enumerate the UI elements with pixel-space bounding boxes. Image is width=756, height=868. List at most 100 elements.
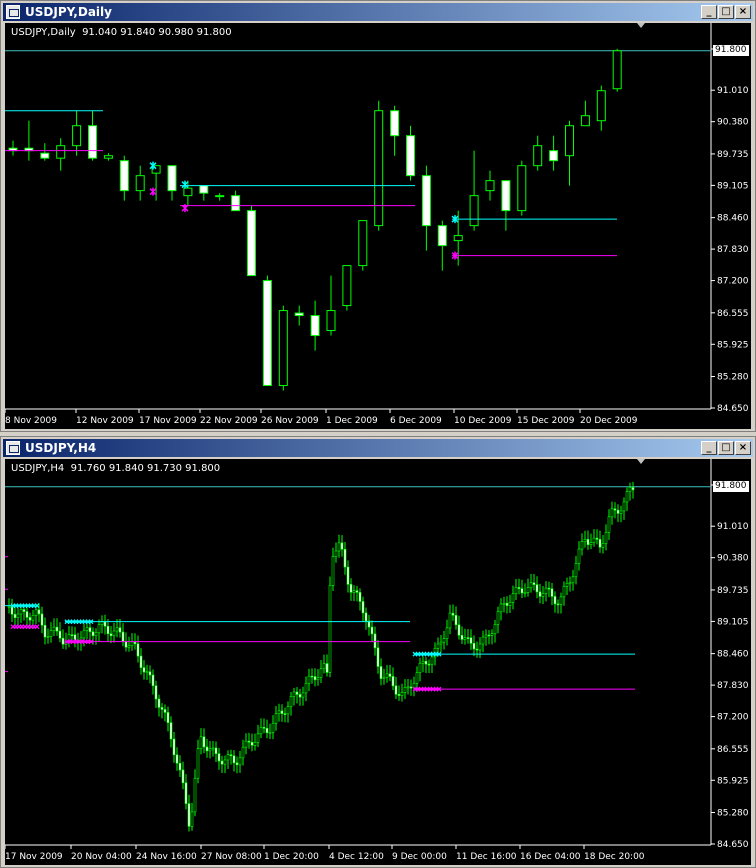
candle-body — [52, 626, 56, 631]
candle-body — [463, 637, 467, 640]
time-tick-label: 12 Nov 2009 — [76, 416, 134, 426]
candle-body — [70, 634, 74, 636]
price-tick-label: 89.105 — [717, 181, 749, 191]
candle-body — [34, 609, 38, 616]
candle-body — [625, 491, 629, 503]
candle-body — [130, 641, 134, 647]
time-tick-label: 24 Nov 16:00 — [136, 852, 197, 862]
shift-marker — [637, 459, 645, 464]
price-tick-label: 88.460 — [717, 650, 749, 660]
maximize-button[interactable]: □ — [718, 5, 734, 19]
candle-body — [145, 671, 149, 674]
candle-body — [220, 760, 224, 765]
minimize-button[interactable]: _ — [701, 441, 717, 455]
candle-body — [526, 587, 530, 593]
daily-symbol-info: USDJPY,Daily 91.040 91.840 90.980 91.800 — [11, 27, 232, 38]
close-button[interactable]: × — [735, 5, 751, 19]
time-tick-label: 6 Dec 2009 — [390, 416, 442, 426]
candle-body — [475, 648, 479, 651]
daily-chart-area[interactable]: 91.83591.01090.38089.73589.10588.46087.8… — [5, 23, 751, 429]
candle-body — [619, 510, 623, 514]
candle-body — [310, 675, 314, 678]
candle-body — [154, 685, 158, 700]
candle-body — [517, 587, 521, 589]
time-tick-label: 8 Nov 2009 — [5, 416, 57, 426]
candle-body — [604, 532, 608, 544]
candle-body — [334, 550, 338, 557]
candle-body — [451, 612, 455, 616]
candle-body — [583, 539, 587, 543]
candle-body — [568, 582, 572, 585]
candle-body — [415, 672, 419, 684]
h4-titlebar[interactable]: USDJPY,H4 _ □ × — [3, 439, 753, 457]
price-tick-label: 88.460 — [717, 214, 749, 224]
candle-body — [340, 542, 344, 550]
candle-body — [496, 611, 500, 625]
price-tick-label: 87.830 — [717, 681, 749, 691]
h4-chart-window[interactable]: USDJPY,H4 _ □ × 91.83591.01090.38089.735… — [0, 436, 756, 868]
candle-body — [586, 539, 590, 545]
candle-body — [505, 602, 509, 606]
candle-body — [352, 590, 356, 593]
candle-body — [514, 587, 518, 594]
candle-body — [271, 722, 275, 733]
indicator-marker — [34, 624, 40, 630]
price-tick-label: 87.200 — [717, 277, 749, 287]
candle-body — [118, 627, 122, 633]
candle-body — [374, 110, 384, 227]
candle-body — [175, 754, 179, 764]
candle-body — [337, 542, 341, 552]
candle-body — [184, 782, 188, 804]
candle-body — [439, 641, 443, 645]
indicator-marker — [181, 204, 189, 213]
candle-body — [56, 145, 66, 159]
candle-body — [382, 676, 386, 679]
daily-window-title: USDJPY,Daily — [25, 5, 112, 19]
chart-window-icon — [6, 441, 20, 455]
daily-chart-window[interactable]: USDJPY,Daily _ □ × 91.83591.01090.38089.… — [0, 0, 756, 432]
close-button[interactable]: × — [735, 441, 751, 455]
candle-body — [294, 312, 304, 317]
maximize-button[interactable]: □ — [718, 441, 734, 455]
candle-body — [268, 731, 272, 734]
candle-body — [253, 742, 257, 746]
candle-body — [178, 762, 182, 771]
candle-body — [485, 180, 495, 192]
price-tick-label: 84.650 — [717, 404, 749, 414]
candle-body — [612, 50, 622, 90]
candle-body — [370, 626, 374, 635]
candle-body — [124, 641, 128, 648]
candle-body — [319, 668, 323, 678]
daily-titlebar[interactable]: USDJPY,Daily _ □ × — [3, 3, 753, 21]
candle-body — [283, 713, 287, 715]
candle-body — [325, 663, 329, 673]
price-tick-label: 86.555 — [717, 745, 749, 755]
candle-body — [397, 694, 401, 696]
candle-body — [28, 617, 32, 621]
candle-body — [193, 777, 197, 813]
daily-chart-canvas[interactable]: 91.83591.01090.38089.73589.10588.46087.8… — [5, 23, 751, 429]
h4-chart-area[interactable]: 91.83591.01090.38089.73589.10588.46087.8… — [5, 459, 751, 865]
minimize-button[interactable]: _ — [701, 5, 717, 19]
candle-body — [328, 585, 332, 673]
candle-body — [133, 641, 137, 645]
daily-current-price-label: 91.800 — [713, 44, 749, 56]
h4-chart-canvas[interactable]: 91.83591.01090.38089.73589.10588.46087.8… — [5, 459, 751, 865]
time-tick-label: 20 Nov 04:00 — [71, 852, 132, 862]
candle-body — [598, 539, 602, 548]
candle-body — [115, 627, 119, 632]
candle-body — [244, 740, 248, 748]
candle-body — [418, 662, 422, 673]
candle-body — [436, 643, 440, 649]
candle-body — [403, 687, 407, 693]
time-tick-label: 22 Nov 2009 — [200, 416, 258, 426]
time-tick-label: 27 Nov 08:00 — [201, 852, 262, 862]
candle-body — [307, 675, 311, 684]
candle-body — [13, 613, 17, 619]
indicator-marker — [181, 180, 189, 189]
candle-body — [231, 195, 241, 212]
price-tick-label: 85.280 — [717, 373, 749, 383]
candle-body — [457, 624, 461, 636]
candle-body — [25, 611, 29, 618]
candle-body — [409, 686, 413, 689]
